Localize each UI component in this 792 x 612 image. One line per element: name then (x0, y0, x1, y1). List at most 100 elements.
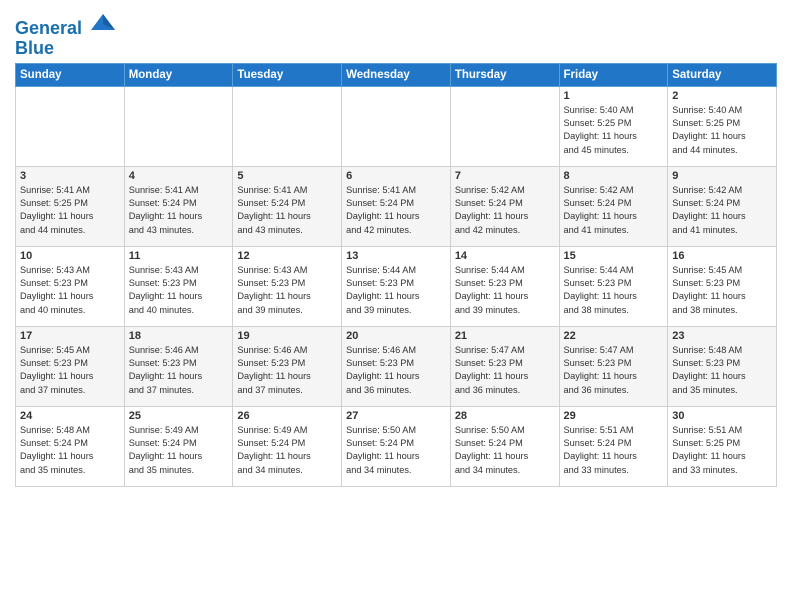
day-number: 7 (455, 170, 555, 182)
day-cell: 25Sunrise: 5:49 AMSunset: 5:24 PMDayligh… (124, 406, 233, 486)
day-info: Sunrise: 5:45 AMSunset: 5:23 PMDaylight:… (20, 344, 120, 397)
day-cell (450, 86, 559, 166)
day-number: 10 (20, 250, 120, 262)
day-cell: 7 Sunrise: 5:42 AMSunset: 5:24 PMDaylight… (450, 166, 559, 246)
week-row-1: 1 Sunrise: 5:40 AMSunset: 5:25 PMDaylight… (16, 86, 777, 166)
day-number: 15 (564, 250, 664, 262)
day-number: 30 (672, 410, 772, 422)
day-info: Sunrise: 5:48 AMSunset: 5:23 PMDaylight:… (672, 344, 772, 397)
day-info: Sunrise: 5:50 AMSunset: 5:24 PMDaylight:… (346, 424, 446, 477)
logo-text2: Blue (15, 39, 117, 59)
main-container: General Blue SundayMondayTuesdayWednesda… (0, 0, 792, 495)
day-info: Sunrise: 5:48 AMSunset: 5:24 PMDaylight:… (20, 424, 120, 477)
day-cell: 26 Sunrise: 5:49 AMSunset: 5:24 PMDayligh… (233, 406, 342, 486)
logo-text: General (15, 14, 117, 39)
day-cell: 3 Sunrise: 5:41 AMSunset: 5:25 PMDaylight… (16, 166, 125, 246)
day-number: 13 (346, 250, 446, 262)
day-cell: 8 Sunrise: 5:42 AMSunset: 5:24 PMDaylight… (559, 166, 668, 246)
day-info: Sunrise: 5:46 AMSunset: 5:23 PMDaylight:… (237, 344, 337, 397)
day-cell: 12 Sunrise: 5:43 AMSunset: 5:23 PMDayligh… (233, 246, 342, 326)
day-number: 12 (237, 250, 337, 262)
day-info: Sunrise: 5:50 AMSunset: 5:24 PMDaylight:… (455, 424, 555, 477)
week-row-4: 17 Sunrise: 5:45 AMSunset: 5:23 PMDayligh… (16, 326, 777, 406)
day-info: Sunrise: 5:51 AMSunset: 5:25 PMDaylight:… (672, 424, 772, 477)
day-cell: 6Sunrise: 5:41 AMSunset: 5:24 PMDaylight… (342, 166, 451, 246)
day-cell: 4 Sunrise: 5:41 AMSunset: 5:24 PMDaylight… (124, 166, 233, 246)
weekday-header-tuesday: Tuesday (233, 63, 342, 86)
day-number: 1 (564, 90, 664, 102)
day-number: 21 (455, 330, 555, 342)
day-cell: 18Sunrise: 5:46 AMSunset: 5:23 PMDayligh… (124, 326, 233, 406)
logo-icon (89, 12, 117, 34)
day-cell: 20Sunrise: 5:46 AMSunset: 5:23 PMDayligh… (342, 326, 451, 406)
day-info: Sunrise: 5:42 AMSunset: 5:24 PMDaylight:… (672, 184, 772, 237)
day-cell: 28 Sunrise: 5:50 AMSunset: 5:24 PMDayligh… (450, 406, 559, 486)
day-cell: 17 Sunrise: 5:45 AMSunset: 5:23 PMDayligh… (16, 326, 125, 406)
weekday-header-row: SundayMondayTuesdayWednesdayThursdayFrid… (16, 63, 777, 86)
day-info: Sunrise: 5:41 AMSunset: 5:24 PMDaylight:… (129, 184, 229, 237)
day-info: Sunrise: 5:47 AMSunset: 5:23 PMDaylight:… (564, 344, 664, 397)
day-info: Sunrise: 5:49 AMSunset: 5:24 PMDaylight:… (237, 424, 337, 477)
weekday-header-monday: Monday (124, 63, 233, 86)
day-cell: 29 Sunrise: 5:51 AMSunset: 5:24 PMDayligh… (559, 406, 668, 486)
day-cell: 2 Sunrise: 5:40 AMSunset: 5:25 PMDaylight… (668, 86, 777, 166)
day-number: 19 (237, 330, 337, 342)
day-info: Sunrise: 5:41 AMSunset: 5:24 PMDaylight:… (237, 184, 337, 237)
week-row-5: 24Sunrise: 5:48 AMSunset: 5:24 PMDayligh… (16, 406, 777, 486)
day-number: 14 (455, 250, 555, 262)
day-number: 16 (672, 250, 772, 262)
day-number: 3 (20, 170, 120, 182)
day-number: 9 (672, 170, 772, 182)
day-cell: 14Sunrise: 5:44 AMSunset: 5:23 PMDayligh… (450, 246, 559, 326)
day-number: 11 (129, 250, 229, 262)
day-info: Sunrise: 5:51 AMSunset: 5:24 PMDaylight:… (564, 424, 664, 477)
header: General Blue (15, 10, 777, 59)
day-cell: 11Sunrise: 5:43 AMSunset: 5:23 PMDayligh… (124, 246, 233, 326)
day-number: 27 (346, 410, 446, 422)
day-cell (16, 86, 125, 166)
day-cell: 13 Sunrise: 5:44 AMSunset: 5:23 PMDayligh… (342, 246, 451, 326)
week-row-2: 3 Sunrise: 5:41 AMSunset: 5:25 PMDaylight… (16, 166, 777, 246)
day-info: Sunrise: 5:47 AMSunset: 5:23 PMDaylight:… (455, 344, 555, 397)
day-info: Sunrise: 5:43 AMSunset: 5:23 PMDaylight:… (237, 264, 337, 317)
day-number: 26 (237, 410, 337, 422)
day-cell: 19 Sunrise: 5:46 AMSunset: 5:23 PMDayligh… (233, 326, 342, 406)
weekday-header-sunday: Sunday (16, 63, 125, 86)
weekday-header-thursday: Thursday (450, 63, 559, 86)
day-cell: 22 Sunrise: 5:47 AMSunset: 5:23 PMDayligh… (559, 326, 668, 406)
day-number: 20 (346, 330, 446, 342)
day-info: Sunrise: 5:41 AMSunset: 5:25 PMDaylight:… (20, 184, 120, 237)
calendar-table: SundayMondayTuesdayWednesdayThursdayFrid… (15, 63, 777, 487)
day-cell: 15 Sunrise: 5:44 AMSunset: 5:23 PMDayligh… (559, 246, 668, 326)
day-cell: 27 Sunrise: 5:50 AMSunset: 5:24 PMDayligh… (342, 406, 451, 486)
day-number: 22 (564, 330, 664, 342)
weekday-header-friday: Friday (559, 63, 668, 86)
day-cell: 10Sunrise: 5:43 AMSunset: 5:23 PMDayligh… (16, 246, 125, 326)
day-cell (124, 86, 233, 166)
day-number: 23 (672, 330, 772, 342)
day-number: 25 (129, 410, 229, 422)
weekday-header-saturday: Saturday (668, 63, 777, 86)
day-number: 28 (455, 410, 555, 422)
day-info: Sunrise: 5:46 AMSunset: 5:23 PMDaylight:… (129, 344, 229, 397)
day-info: Sunrise: 5:40 AMSunset: 5:25 PMDaylight:… (672, 104, 772, 157)
day-cell: 16Sunrise: 5:45 AMSunset: 5:23 PMDayligh… (668, 246, 777, 326)
day-cell (233, 86, 342, 166)
day-info: Sunrise: 5:44 AMSunset: 5:23 PMDaylight:… (564, 264, 664, 317)
day-info: Sunrise: 5:40 AMSunset: 5:25 PMDaylight:… (564, 104, 664, 157)
day-cell: 5Sunrise: 5:41 AMSunset: 5:24 PMDaylight… (233, 166, 342, 246)
day-number: 29 (564, 410, 664, 422)
day-info: Sunrise: 5:42 AMSunset: 5:24 PMDaylight:… (564, 184, 664, 237)
day-number: 6 (346, 170, 446, 182)
day-number: 17 (20, 330, 120, 342)
logo: General Blue (15, 14, 117, 59)
day-info: Sunrise: 5:42 AMSunset: 5:24 PMDaylight:… (455, 184, 555, 237)
day-info: Sunrise: 5:44 AMSunset: 5:23 PMDaylight:… (346, 264, 446, 317)
day-cell: 30 Sunrise: 5:51 AMSunset: 5:25 PMDayligh… (668, 406, 777, 486)
day-number: 8 (564, 170, 664, 182)
day-number: 2 (672, 90, 772, 102)
weekday-header-wednesday: Wednesday (342, 63, 451, 86)
day-cell: 24Sunrise: 5:48 AMSunset: 5:24 PMDayligh… (16, 406, 125, 486)
day-cell: 21 Sunrise: 5:47 AMSunset: 5:23 PMDayligh… (450, 326, 559, 406)
day-number: 4 (129, 170, 229, 182)
